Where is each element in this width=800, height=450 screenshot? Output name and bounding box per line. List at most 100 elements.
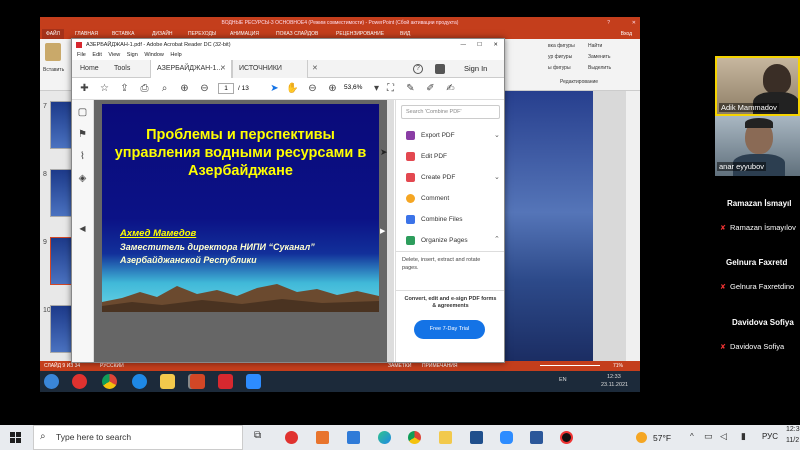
file-explorer-icon[interactable] [439,431,452,444]
help-icon[interactable]: ? [413,64,423,74]
zoom-in-icon[interactable]: ⊕ [326,82,339,95]
zoom-icon[interactable] [246,374,261,389]
tray-chevron-icon[interactable]: ^ [690,432,694,441]
ie-icon[interactable] [132,374,147,389]
select-cursor-icon[interactable]: ➤ [268,82,281,95]
ppt-current-slide[interactable] [498,91,593,361]
folder-icon[interactable] [160,374,175,389]
tools-search-input[interactable]: Search 'Combine PDF' [401,105,500,119]
clock-date[interactable]: 11/2 [786,437,799,444]
shape-fill-label[interactable]: вка фигуры [548,43,575,49]
pages-icon[interactable]: ▢ [76,106,89,119]
paste-icon[interactable] [45,43,61,61]
attachment-icon[interactable]: ⌇ [76,150,89,163]
ppt-scrollbar[interactable] [626,91,640,361]
chevron-down-icon[interactable]: ▾ [370,82,383,95]
minimize-icon[interactable]: — [461,39,467,51]
chevron-down-icon[interactable]: ⌄ [494,131,500,139]
find-button[interactable]: Найти [588,43,602,49]
menu-view[interactable]: View [108,52,120,58]
bookmark-icon[interactable]: ⚑ [76,128,89,141]
acrobat-icon[interactable] [218,374,233,389]
windows-start-icon[interactable] [10,432,21,443]
sign-in-button[interactable]: Sign In [464,60,487,78]
notification-icon[interactable] [435,64,445,74]
shape-effects-label[interactable]: ы фигуры [548,65,571,71]
select-button[interactable]: Выделить [588,65,611,71]
office-icon[interactable] [316,431,329,444]
chrome-icon[interactable] [408,431,421,444]
paste-label[interactable]: Вставить [43,67,64,73]
battery-icon[interactable]: ▮ [741,431,746,442]
layers-icon[interactable]: ◈ [76,172,89,185]
ppt-tab-file[interactable]: ФАЙЛ [42,29,64,39]
tab-close-icon[interactable]: ✕ [312,64,318,72]
ppt-close-icon[interactable]: ✕ [632,17,636,29]
zoom-icon[interactable] [500,431,513,444]
menu-help[interactable]: Help [170,52,181,58]
network-icon[interactable]: ▭ [704,431,713,442]
close-icon[interactable]: ✕ [493,39,498,51]
organize-pages-tool[interactable]: Organize Pages [406,233,468,249]
chevron-down-icon[interactable]: ⌄ [494,173,500,181]
maximize-icon[interactable]: ☐ [477,39,482,51]
participant-label[interactable]: ✘ Ramazan İsmayılov [720,223,796,232]
record-icon[interactable] [560,431,573,444]
start-icon[interactable] [44,374,59,389]
create-pdf-tool[interactable]: Create PDF [406,170,455,186]
keyboard-language[interactable]: РУС [762,432,778,441]
shape-outline-label[interactable]: ур фигуры [548,54,572,60]
upload-icon[interactable]: ⇪ [118,82,131,95]
mail-icon[interactable] [347,431,360,444]
collapse-left-icon[interactable]: ◀ [76,222,89,235]
document-scrollbar[interactable] [387,100,394,362]
tab-home[interactable]: Home [74,60,105,78]
combine-files-tool[interactable]: Combine Files [406,212,463,228]
word-icon[interactable] [530,431,543,444]
participant-video-tile[interactable]: Adik Mammadov [715,56,800,116]
sign-icon[interactable]: ✍ [444,82,457,95]
save-icon[interactable]: ☆ [98,82,111,95]
opera-icon[interactable] [72,374,87,389]
highlight-icon[interactable]: ✐ [424,82,437,95]
zoom-out-icon[interactable]: ⊖ [306,82,319,95]
fit-page-icon[interactable]: ⛶ [384,82,397,95]
ppt-sign-in[interactable]: Вход [621,29,632,39]
export-pdf-tool[interactable]: Export PDF [406,128,455,144]
participant-video-tile[interactable]: anar eyyubov [715,116,800,176]
menu-sign[interactable]: Sign [127,52,138,58]
create-icon[interactable]: ✚ [78,82,91,95]
chevron-up-icon[interactable]: ⌃ [494,235,500,243]
search-icon[interactable]: ⌕ [158,82,171,95]
tray-language[interactable]: EN [559,377,567,383]
prev-page-icon[interactable]: ⊕ [178,82,191,95]
free-trial-button[interactable]: Free 7-Day Trial [414,320,485,339]
task-view-icon[interactable]: ⧉ [254,430,261,441]
page-number-input[interactable]: 1 [218,83,234,94]
print-icon[interactable]: ⎙ [138,82,151,95]
powerpoint-icon[interactable] [190,374,205,389]
comment-icon[interactable]: ✎ [404,82,417,95]
tab-tools[interactable]: Tools [108,60,136,78]
hand-icon[interactable]: ✋ [286,82,299,95]
tab-document-2[interactable]: ИСТОЧНИКИ ЗАГР... [232,60,308,90]
menu-edit[interactable]: Edit [92,52,101,58]
participant-label[interactable]: ✘ Gelnura Faxretdino [720,282,794,291]
menu-file[interactable]: File [77,52,86,58]
clock-time[interactable]: 12:3 [786,426,800,433]
next-page-icon[interactable]: ⊖ [198,82,211,95]
weather-icon[interactable] [636,432,647,443]
chrome-icon[interactable] [102,374,117,389]
store-icon[interactable] [470,431,483,444]
replace-button[interactable]: Заменить [588,54,610,60]
tab-close-icon[interactable]: ✕ [220,64,226,72]
edit-pdf-tool[interactable]: Edit PDF [406,149,447,165]
comment-tool[interactable]: Comment [406,191,449,207]
ppt-help-icon[interactable]: ? [607,17,610,29]
opera-icon[interactable] [285,431,298,444]
collapse-right-icon[interactable]: ▶ [380,227,385,235]
zoom-level[interactable]: 71% [613,361,623,371]
weather-temperature[interactable]: 57°F [653,433,671,443]
zoom-level[interactable]: 53,6% [344,84,362,91]
acrobat-document-view[interactable]: Проблемы и перспективы управления водным… [94,100,394,362]
